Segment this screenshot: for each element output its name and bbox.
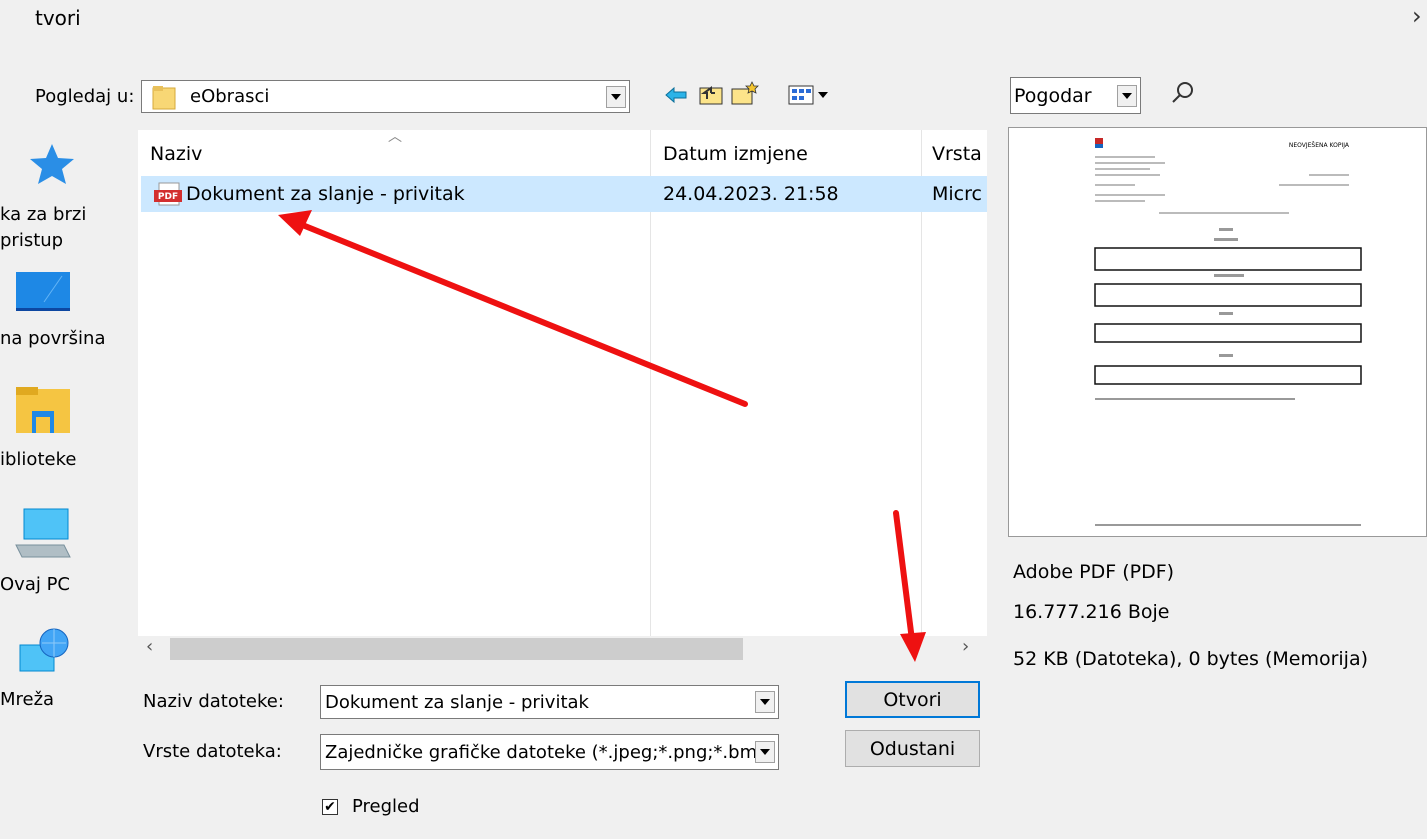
chevron-down-icon[interactable] bbox=[606, 85, 626, 108]
close-icon[interactable]: › bbox=[1412, 2, 1422, 30]
sort-arrow-icon: ︿ bbox=[388, 129, 402, 145]
look-in-dropdown[interactable]: eObrasci bbox=[141, 80, 630, 113]
preview-pane: NEOVJEŠENA KOPIJA bbox=[1008, 127, 1427, 537]
scroll-left-icon[interactable]: ‹ bbox=[146, 636, 153, 657]
new-folder-icon[interactable] bbox=[730, 80, 760, 110]
file-date: 24.04.2023. 21:58 bbox=[663, 183, 839, 205]
chevron-down-icon[interactable] bbox=[1117, 84, 1137, 107]
preview-colors: 16.777.216 Boje bbox=[1013, 601, 1170, 623]
places-bar: ka za brzi pristup na površina iblioteke… bbox=[0, 130, 135, 720]
computer-icon bbox=[15, 508, 71, 558]
back-icon[interactable] bbox=[664, 85, 688, 109]
svg-text:PDF: PDF bbox=[158, 192, 178, 202]
filetype-value: Zajedničke grafičke datoteke (*.jpeg;*.p… bbox=[325, 741, 755, 763]
star-icon bbox=[30, 144, 74, 184]
chevron-down-icon[interactable] bbox=[755, 691, 775, 713]
place-label: iblioteke bbox=[0, 449, 77, 470]
pdf-icon: PDF bbox=[153, 182, 183, 210]
library-icon bbox=[16, 387, 70, 433]
preview-size: 52 KB (Datoteka), 0 bytes (Memorija) bbox=[1013, 648, 1369, 670]
thumbnail-header: NEOVJEŠENA KOPIJA bbox=[1289, 142, 1350, 149]
column-header-type[interactable]: Vrsta bbox=[932, 143, 987, 165]
file-name: Dokument za slanje - privitak bbox=[186, 183, 465, 205]
place-label: Mreža bbox=[0, 689, 55, 710]
preview-checkbox[interactable]: ✔ bbox=[322, 799, 338, 815]
document-thumbnail: NEOVJEŠENA KOPIJA bbox=[1085, 130, 1369, 534]
window-title: tvori bbox=[35, 6, 81, 30]
scrollbar-thumb[interactable] bbox=[170, 638, 743, 660]
filename-value[interactable]: Dokument za slanje - privitak bbox=[321, 692, 755, 713]
network-icon bbox=[19, 628, 69, 672]
look-in-value: eObrasci bbox=[190, 86, 270, 107]
search-icon[interactable] bbox=[1170, 80, 1196, 110]
folder-icon bbox=[152, 84, 176, 110]
scroll-right-icon[interactable]: › bbox=[962, 636, 969, 657]
place-quick-access[interactable]: ka za brzi pristup bbox=[0, 130, 135, 260]
preview-format: Adobe PDF (PDF) bbox=[1013, 561, 1175, 583]
view-mode-value: Pogodar bbox=[1014, 84, 1092, 107]
up-folder-icon[interactable] bbox=[698, 84, 724, 110]
column-header-date[interactable]: Datum izmjene bbox=[663, 143, 808, 165]
filetype-label: Vrste datoteka: bbox=[143, 741, 282, 762]
column-header-name[interactable]: Naziv bbox=[150, 143, 202, 165]
filetype-dropdown[interactable]: Zajedničke grafičke datoteke (*.jpeg;*.p… bbox=[320, 734, 779, 770]
cancel-button[interactable]: Odustani bbox=[845, 730, 980, 767]
place-label: Ovaj PC bbox=[0, 574, 70, 595]
place-libraries[interactable]: iblioteke bbox=[0, 385, 135, 505]
filename-field[interactable]: Dokument za slanje - privitak bbox=[320, 685, 779, 719]
place-desktop[interactable]: na površina bbox=[0, 270, 135, 380]
desktop-icon bbox=[16, 272, 70, 311]
look-in-label: Pogledaj u: bbox=[35, 86, 135, 107]
view-mode-dropdown[interactable]: Pogodar bbox=[1010, 77, 1141, 114]
file-type: Micrc bbox=[932, 183, 982, 205]
place-label: na površina bbox=[0, 328, 106, 349]
view-menu-icon[interactable] bbox=[788, 84, 836, 110]
place-label: ka za brzi pristup bbox=[0, 204, 87, 251]
filename-label: Naziv datoteke: bbox=[143, 691, 284, 712]
place-this-pc[interactable]: Ovaj PC bbox=[0, 505, 135, 625]
preview-checkbox-label: Pregled bbox=[352, 796, 420, 817]
place-network[interactable]: Mreža bbox=[0, 625, 135, 725]
chevron-down-icon[interactable] bbox=[755, 741, 775, 763]
open-button[interactable]: Otvori bbox=[845, 681, 980, 718]
